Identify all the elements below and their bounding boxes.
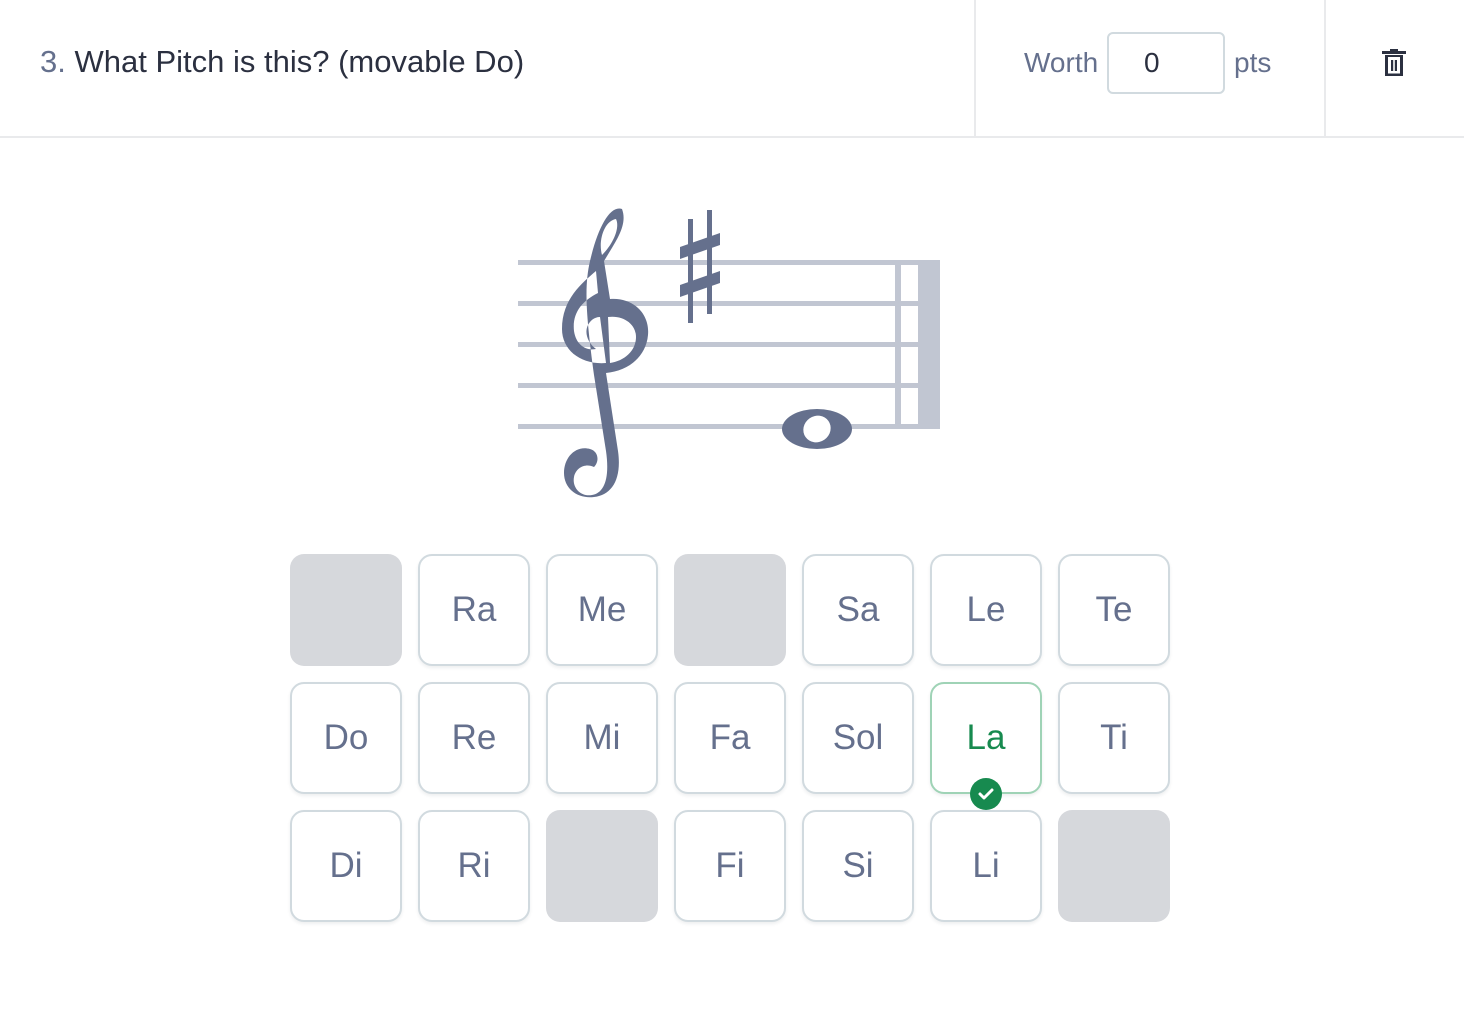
solfege-button-do[interactable]: Do: [290, 682, 402, 794]
worth-section: Worth pts: [974, 0, 1326, 136]
solfege-button-le[interactable]: Le: [930, 554, 1042, 666]
solfege-answer-grid: Ra Me Sa Le Te Do Re Mi Fa Sol La Ti Di Ri Fi Si Li: [290, 554, 1170, 922]
worth-label: Worth: [1024, 47, 1099, 78]
solfege-label: Mi: [583, 718, 621, 757]
solfege-label: Te: [1095, 590, 1133, 629]
solfege-label: Sol: [832, 718, 884, 757]
solfege-label: Di: [329, 846, 363, 885]
solfege-button-ri[interactable]: Ri: [418, 810, 530, 922]
solfege-label: Li: [972, 846, 1000, 885]
points-unit-label: pts: [1234, 47, 1272, 78]
solfege-button-di[interactable]: Di: [290, 810, 402, 922]
empty-slot: [1058, 810, 1170, 922]
solfege-label: Sa: [836, 590, 880, 629]
solfege-button-te[interactable]: Te: [1058, 554, 1170, 666]
question-title: 3. What Pitch is this? (movable Do): [40, 44, 524, 80]
empty-slot: [290, 554, 402, 666]
whole-note-e4: [782, 409, 852, 449]
solfege-label: Ri: [457, 846, 491, 885]
solfege-label: Fa: [709, 718, 751, 757]
solfege-button-me[interactable]: Me: [546, 554, 658, 666]
solfege-label: Fi: [715, 846, 745, 885]
solfege-button-fi[interactable]: Fi: [674, 810, 786, 922]
empty-slot: [546, 810, 658, 922]
solfege-label: La: [966, 718, 1006, 757]
solfege-label: Si: [842, 846, 874, 885]
music-notation: [510, 195, 950, 505]
solfege-button-mi[interactable]: Mi: [546, 682, 658, 794]
question-text: What Pitch is this? (movable Do): [74, 44, 525, 79]
correct-check-icon: [970, 778, 1002, 810]
solfege-button-ti[interactable]: Ti: [1058, 682, 1170, 794]
treble-clef-icon: [562, 208, 649, 498]
solfege-button-re[interactable]: Re: [418, 682, 530, 794]
solfege-button-sol[interactable]: Sol: [802, 682, 914, 794]
solfege-label: Ra: [451, 590, 497, 629]
sharp-accidental-icon: [680, 210, 720, 323]
delete-question-button[interactable]: [1372, 44, 1416, 84]
question-header: 3. What Pitch is this? (movable Do) Wort…: [0, 0, 1464, 138]
solfege-button-ra[interactable]: Ra: [418, 554, 530, 666]
solfege-label: Do: [323, 718, 369, 757]
solfege-button-la[interactable]: La: [930, 682, 1042, 810]
solfege-label: Re: [451, 718, 497, 757]
worth-points-input[interactable]: [1107, 32, 1225, 94]
solfege-button-li[interactable]: Li: [930, 810, 1042, 922]
trash-icon: [1382, 48, 1406, 80]
solfege-label: Le: [966, 590, 1006, 629]
question-number: 3.: [40, 44, 66, 79]
solfege-label: Me: [577, 590, 627, 629]
solfege-label: Ti: [1100, 718, 1128, 757]
empty-slot: [674, 554, 786, 666]
solfege-button-sa[interactable]: Sa: [802, 554, 914, 666]
solfege-button-fa[interactable]: Fa: [674, 682, 786, 794]
solfege-button-si[interactable]: Si: [802, 810, 914, 922]
